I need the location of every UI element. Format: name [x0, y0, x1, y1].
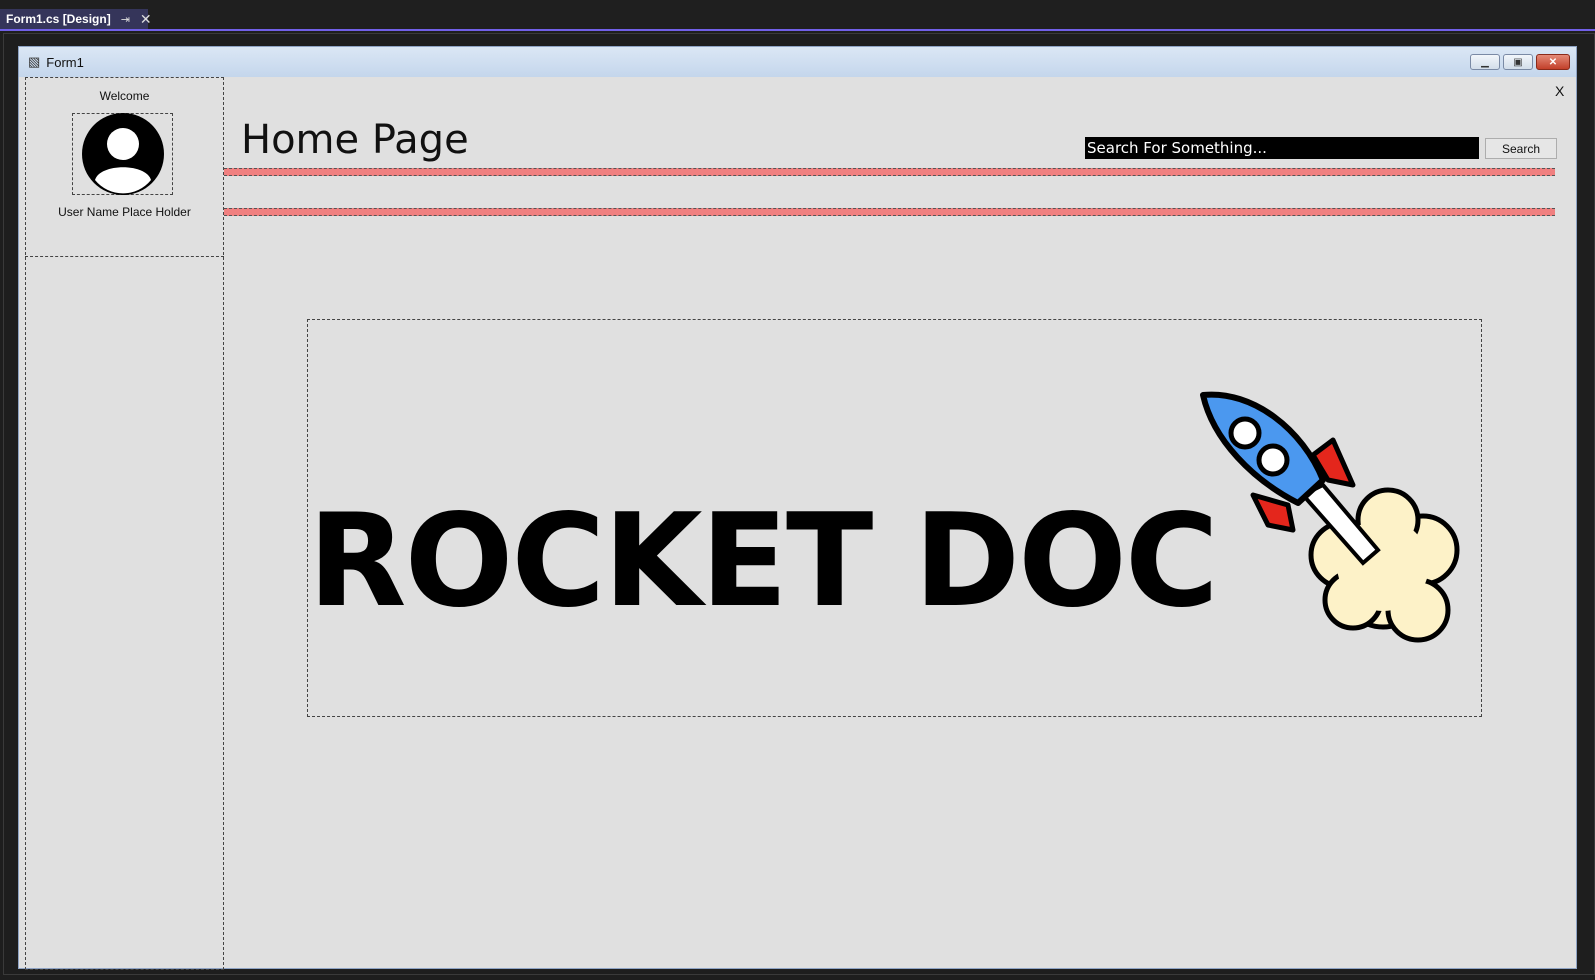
logo-picturebox: ROCKET DOC	[307, 319, 1482, 717]
user-avatar-icon	[81, 113, 164, 195]
form-window: ▧ Form1 ▁ ▣ ✕ Welcome User Name Place Ho…	[18, 46, 1577, 970]
user-panel: Welcome User Name Place Holder	[25, 77, 224, 257]
form-titlebar[interactable]: ▧ Form1 ▁ ▣ ✕	[19, 47, 1576, 77]
minimize-button[interactable]: ▁	[1470, 54, 1500, 70]
form-icon: ▧	[28, 54, 41, 69]
document-tabstrip: Form1.cs [Design] ⇥ ✕	[0, 0, 1595, 31]
divider-bottom	[224, 208, 1555, 216]
window-close-button[interactable]: ✕	[1536, 54, 1570, 70]
form-title: Form1	[46, 54, 84, 70]
window-buttons: ▁ ▣ ✕	[1470, 54, 1570, 70]
close-icon[interactable]: ✕	[140, 11, 152, 28]
form-client-area: Welcome User Name Place Holder Home Page…	[19, 77, 1576, 970]
page-title: Home Page	[241, 117, 469, 163]
divider-top	[224, 168, 1555, 176]
rocket-icon	[1200, 391, 1460, 643]
tab-form1-design[interactable]: Form1.cs [Design] ⇥ ✕	[0, 9, 152, 29]
restore-button[interactable]: ▣	[1503, 54, 1533, 70]
logo-text: ROCKET DOC	[308, 487, 1219, 636]
avatar	[72, 113, 173, 195]
username-label: User Name Place Holder	[58, 205, 191, 219]
tab-title: Form1.cs [Design]	[6, 12, 111, 26]
close-button[interactable]: X	[1555, 83, 1564, 99]
welcome-label: Welcome	[99, 89, 150, 103]
pin-icon[interactable]: ⇥	[121, 13, 130, 26]
search-button[interactable]: Search	[1485, 138, 1557, 159]
search-input[interactable]	[1085, 137, 1479, 159]
